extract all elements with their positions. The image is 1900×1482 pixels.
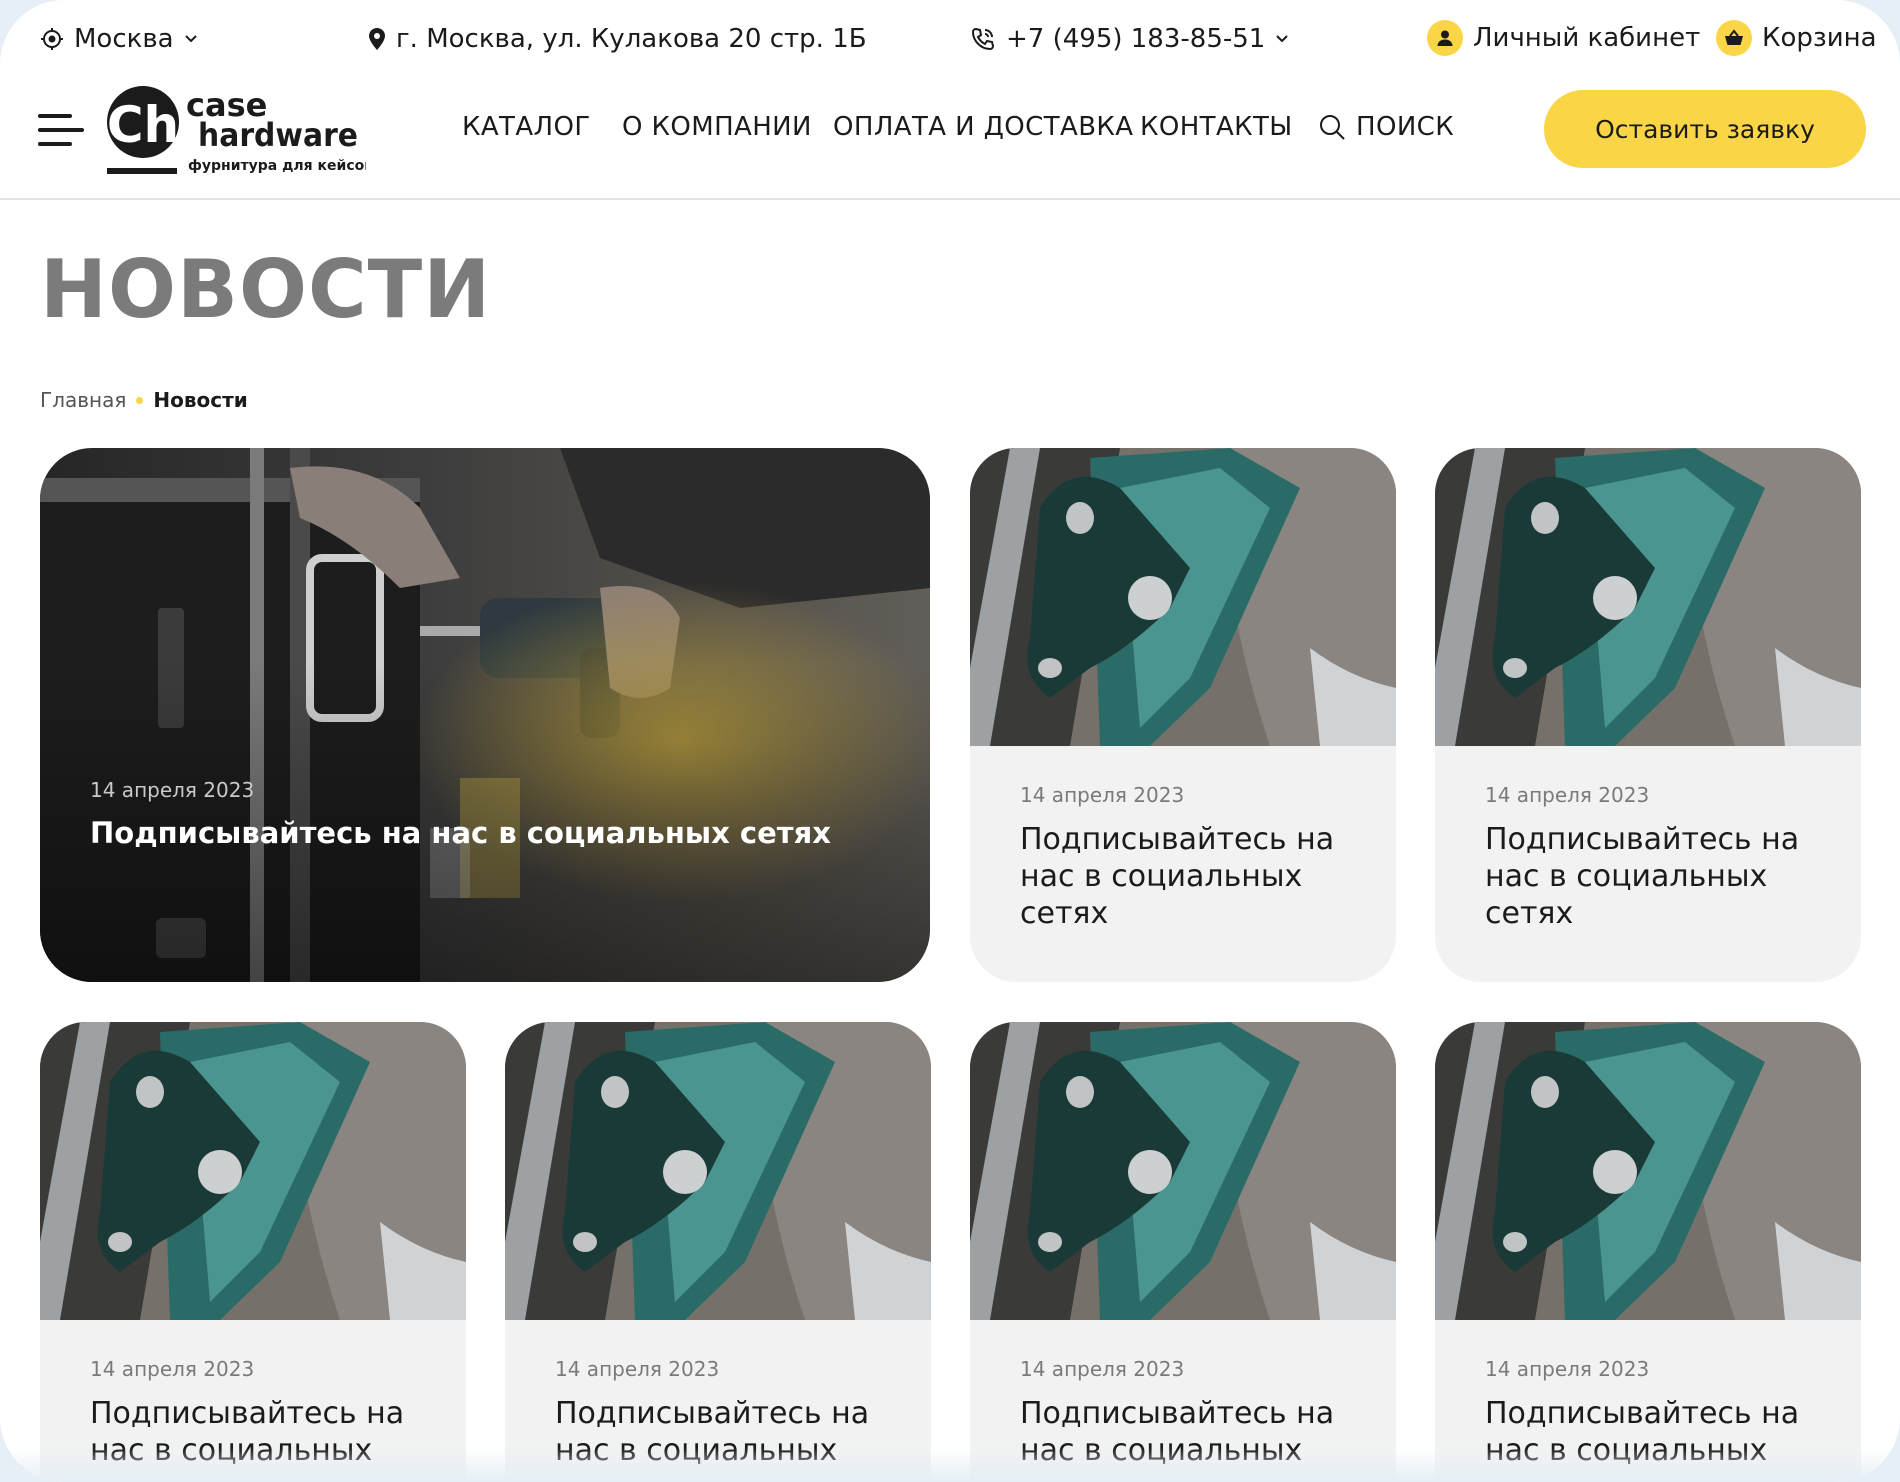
submit-request-button[interactable]: Оставить заявку xyxy=(1544,90,1866,168)
chevron-down-icon xyxy=(1275,34,1289,44)
news-date: 14 апреля 2023 xyxy=(90,1357,255,1381)
chevron-down-icon xyxy=(184,34,198,44)
news-image-latch xyxy=(970,448,1396,746)
nav-about[interactable]: О КОМПАНИИ xyxy=(622,112,812,142)
news-title: Подписывайтесь на нас в социальных xyxy=(555,1396,870,1468)
news-image-latch xyxy=(1435,1022,1861,1320)
news-image-latch xyxy=(40,1022,466,1320)
news-card[interactable]: 14 апреля 2023 Подписывайтесь на нас в с… xyxy=(505,1022,931,1482)
city-label: Москва xyxy=(74,24,174,54)
news-date: 14 апреля 2023 xyxy=(1485,1357,1650,1381)
news-title: Подписывайтесь на нас в социальных xyxy=(1485,1396,1800,1468)
account-label: Личный кабинет xyxy=(1473,23,1701,53)
news-date: 14 апреля 2023 xyxy=(555,1357,720,1381)
city-selector[interactable]: Москва xyxy=(40,24,198,54)
news-card[interactable]: 14 апреля 2023 Подписывайтесь на нас в с… xyxy=(1435,448,1861,982)
news-image-drill xyxy=(40,448,930,982)
news-card[interactable]: 14 апреля 2023 Подписывайтесь на нас в с… xyxy=(970,1022,1396,1482)
news-image-latch xyxy=(505,1022,931,1320)
news-date: 14 апреля 2023 xyxy=(1020,783,1185,807)
news-card[interactable]: 14 апреля 2023 Подписывайтесь на нас в с… xyxy=(1435,1022,1861,1482)
account-link[interactable]: Личный кабинет xyxy=(1427,20,1700,56)
page-title: НОВОСТИ xyxy=(40,243,492,336)
breadcrumb: Главная Новости xyxy=(40,388,248,412)
phone-selector[interactable]: +7 (495) 183-85-51 xyxy=(970,24,1289,54)
address-label: г. Москва, ул. Кулакова 20 стр. 1Б xyxy=(396,24,867,54)
news-card-featured[interactable]: 14 апреля 2023 Подписывайтесь на нас в с… xyxy=(40,448,930,982)
cart-label: Корзина xyxy=(1762,23,1877,53)
search-icon xyxy=(1318,113,1346,141)
top-bar: Москва г. Москва, ул. Кулакова 20 стр. 1… xyxy=(0,0,1900,84)
phone-icon xyxy=(970,26,996,52)
search-label: ПОИСК xyxy=(1356,112,1455,142)
breadcrumb-home[interactable]: Главная xyxy=(40,388,126,412)
news-date: 14 апреля 2023 xyxy=(1020,1357,1185,1381)
page-frame: Москва г. Москва, ул. Кулакова 20 стр. 1… xyxy=(0,0,1900,1482)
news-title: Подписывайтесь на нас в социальных сетях xyxy=(1485,822,1800,931)
location-target-icon xyxy=(40,27,64,51)
news-card[interactable]: 14 апреля 2023 Подписывайтесь на нас в с… xyxy=(970,448,1396,982)
news-card[interactable]: 14 апреля 2023 Подписывайтесь на нас в с… xyxy=(40,1022,466,1482)
nav-catalog[interactable]: КАТАЛОГ xyxy=(462,112,591,142)
logo-mark: Ch xyxy=(107,96,179,154)
news-title: Подписывайтесь на нас в социальных сетях xyxy=(90,816,831,850)
logo-line2: hardware xyxy=(198,116,358,154)
cart-link[interactable]: Корзина xyxy=(1716,20,1877,56)
nav-payment-delivery[interactable]: ОПЛАТА И ДОСТАВКА xyxy=(833,112,1133,142)
breadcrumb-separator xyxy=(136,396,144,404)
news-title: Подписывайтесь на нас в социальных xyxy=(90,1396,405,1468)
site-logo[interactable]: Ch case hardware фурнитура для кейсов xyxy=(106,84,373,184)
burger-menu-icon[interactable] xyxy=(38,108,86,152)
news-title: Подписывайтесь на нас в социальных сетях xyxy=(1020,822,1335,931)
phone-number: +7 (495) 183-85-51 xyxy=(1006,24,1266,54)
news-title: Подписывайтесь на нас в социальных xyxy=(1020,1396,1335,1468)
map-pin-icon xyxy=(368,27,386,51)
address: г. Москва, ул. Кулакова 20 стр. 1Б xyxy=(368,24,867,54)
news-image-latch xyxy=(1435,448,1861,746)
news-date: 14 апреля 2023 xyxy=(90,778,255,802)
logo-tagline: фурнитура для кейсов xyxy=(188,158,366,174)
nav-contacts[interactable]: КОНТАКТЫ xyxy=(1140,112,1293,142)
news-image-latch xyxy=(970,1022,1396,1320)
basket-icon xyxy=(1716,20,1752,56)
breadcrumb-current: Новости xyxy=(153,388,248,412)
nav-search[interactable]: ПОИСК xyxy=(1318,112,1454,142)
news-date: 14 апреля 2023 xyxy=(1485,783,1650,807)
user-icon xyxy=(1427,20,1463,56)
main-header: Ch case hardware фурнитура для кейсов КА… xyxy=(0,84,1900,200)
